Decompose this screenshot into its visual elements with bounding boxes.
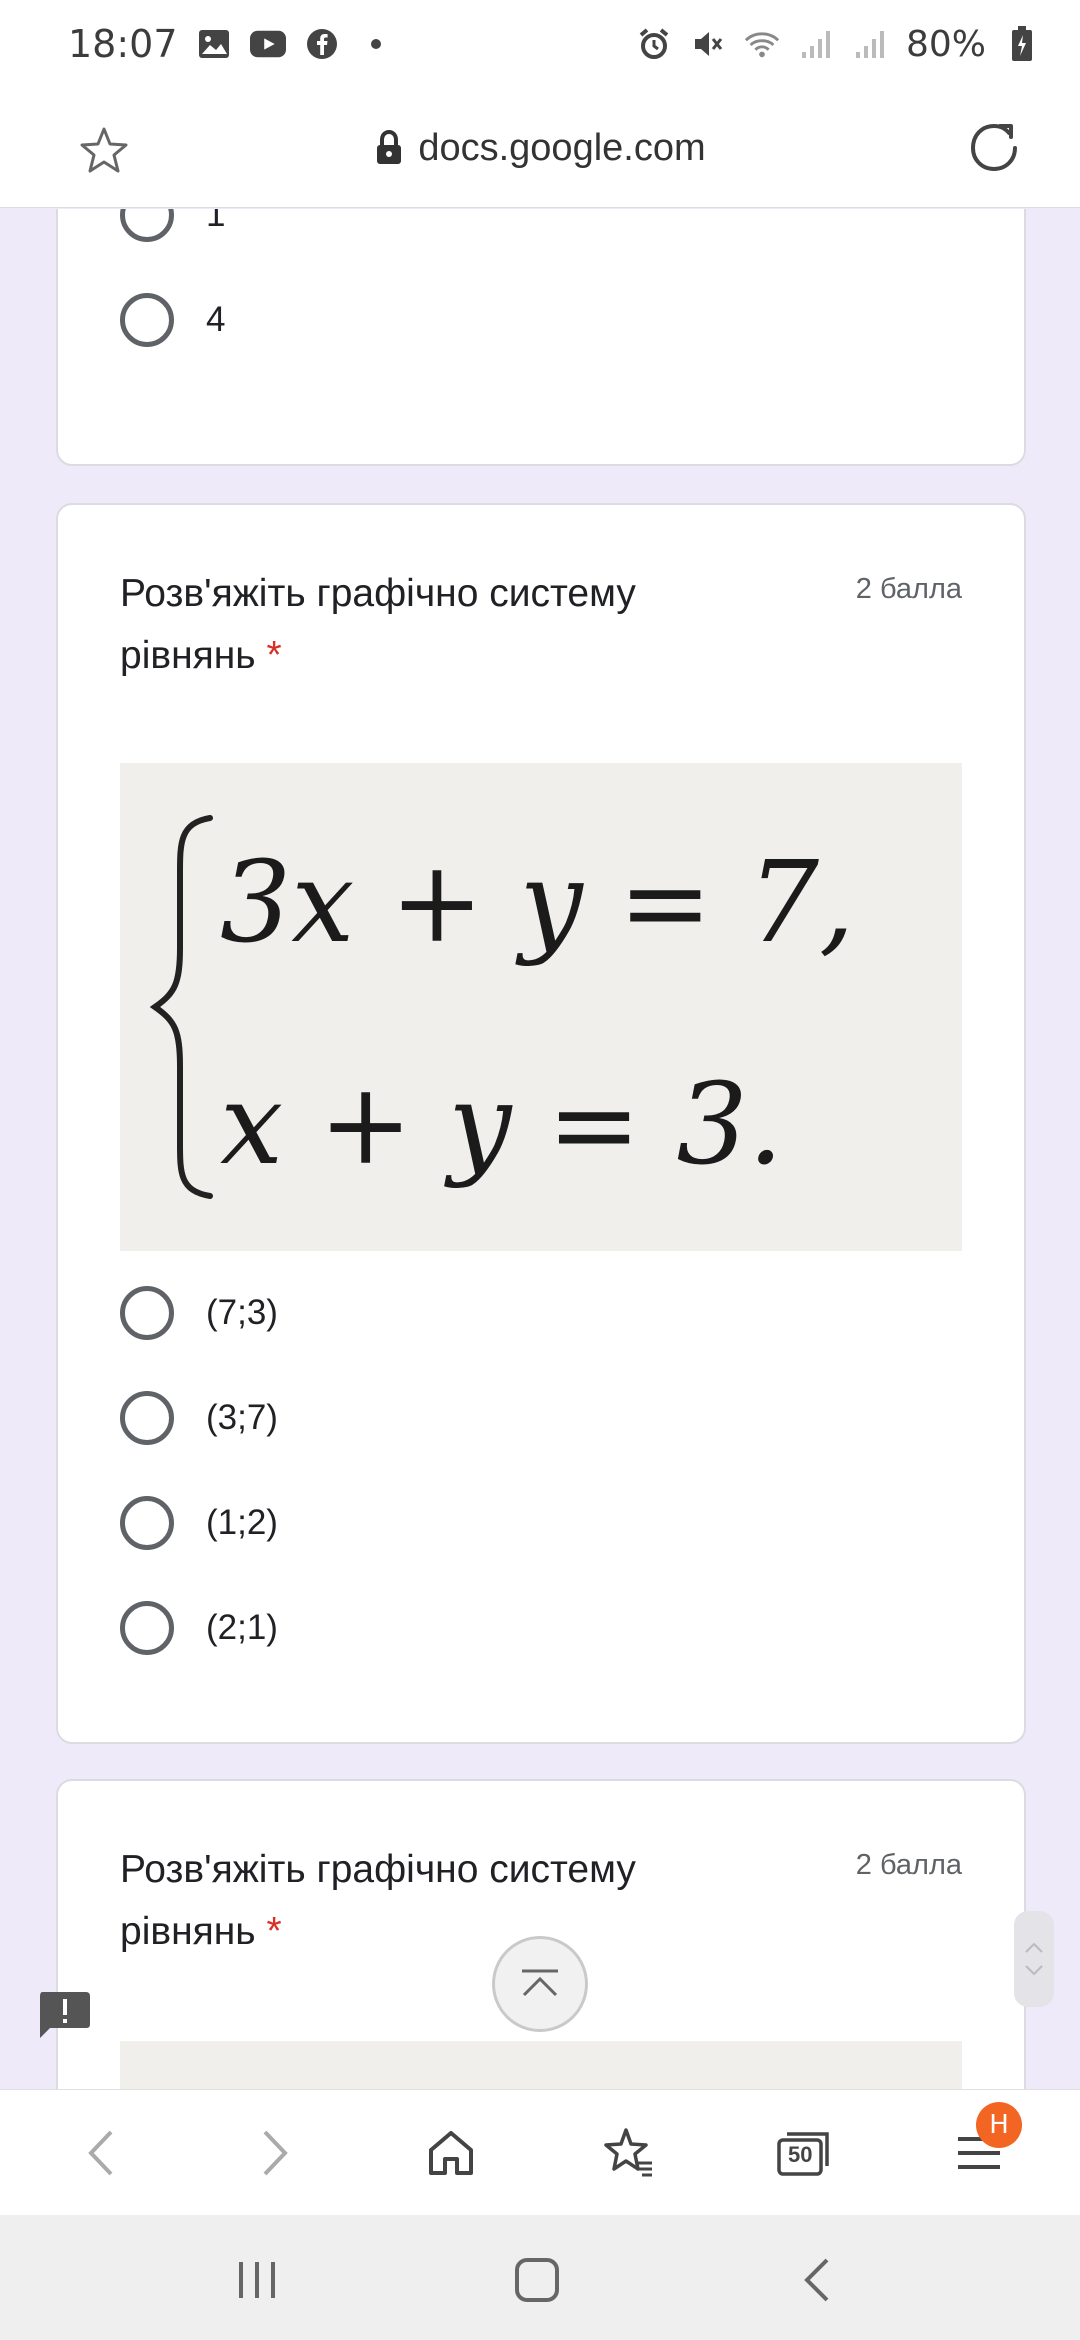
required-mark: * [266, 1910, 282, 1953]
tabs-count: 50 [788, 2142, 813, 2167]
system-back-icon [804, 2258, 829, 2302]
radio-option[interactable]: (2;1) [120, 1598, 278, 1658]
tabs-button[interactable]: 50 [768, 2118, 838, 2188]
option-label: 1 [206, 209, 226, 234]
option-label: (3;7) [206, 1398, 278, 1437]
reload-icon [970, 123, 1017, 172]
question-points: 2 балла [855, 573, 962, 605]
star-icon [80, 127, 128, 173]
question-card: Розв'яжіть графічно систему рівнянь * 2 … [56, 503, 1026, 1744]
browser-bottom-bar: 50 [0, 2089, 1080, 2215]
browser-toolbar: docs.google.com [0, 88, 1080, 208]
radio-button[interactable] [120, 1286, 174, 1340]
equation-image: 3x + y = 7, x + y = 3. [120, 763, 962, 1251]
option-label: (2;1) [206, 1608, 278, 1647]
bookmark-star-button[interactable] [78, 124, 130, 176]
radio-button[interactable] [120, 1496, 174, 1550]
question-text: Розв'яжіть графічно систему рівнянь [120, 572, 636, 677]
signal-icon [852, 26, 888, 62]
dot-icon [358, 26, 394, 62]
radio-button[interactable] [120, 1601, 174, 1655]
radio-option[interactable]: (1;2) [120, 1493, 278, 1553]
radio-option[interactable]: 4 [120, 290, 225, 350]
form-content[interactable]: 1 4 Розв'яжіть графічно систему рівнянь … [0, 209, 1080, 2089]
system-nav-bar [0, 2215, 1080, 2340]
fast-scroll-handle[interactable] [1014, 1911, 1054, 2007]
brace-shape [149, 815, 213, 1199]
chevron-left-icon [88, 2130, 113, 2176]
chevron-right-icon [263, 2130, 288, 2176]
equation-image [120, 2041, 962, 2089]
home-icon [429, 2131, 473, 2175]
menu-notification-badge: Н [976, 2102, 1022, 2148]
chevron-down-icon [1025, 1965, 1043, 1976]
option-label: (1;2) [206, 1503, 278, 1542]
lock-icon [377, 130, 402, 164]
url-text: docs.google.com [418, 126, 706, 169]
status-bar: 18:07 80% [0, 0, 1080, 88]
system-back-button[interactable] [782, 2245, 852, 2315]
address-bar[interactable]: docs.google.com [0, 88, 1080, 208]
option-label: 4 [206, 300, 226, 339]
battery-icon [1004, 26, 1040, 62]
system-home-button[interactable] [502, 2245, 572, 2315]
alarm-icon [636, 26, 672, 62]
scroll-to-top-button[interactable] [492, 1936, 588, 2032]
signal-icon [798, 26, 834, 62]
status-left: 18:07 [68, 22, 394, 66]
status-right: 80% [636, 24, 1040, 65]
question-card: 1 4 [56, 209, 1026, 466]
report-problem-button[interactable] [36, 1990, 92, 2040]
chevron-up-icon [1025, 1942, 1043, 1953]
reload-button[interactable] [964, 118, 1024, 178]
equation-line-1: 3x + y = 7, [220, 838, 855, 968]
recent-apps-button[interactable] [222, 2245, 292, 2315]
facebook-icon [304, 26, 340, 62]
required-mark: * [266, 634, 282, 677]
recents-icon [239, 2262, 275, 2298]
question-text: Розв'яжіть графічно систему рівнянь [120, 1848, 636, 1953]
image-icon [196, 26, 232, 62]
question-card: Розв'яжіть графічно систему рівнянь * 2 … [56, 1779, 1026, 2089]
status-time: 18:07 [68, 22, 178, 66]
question-title: Розв'яжіть графічно систему рівнянь * [120, 563, 720, 687]
battery-percent: 80% [905, 23, 986, 65]
youtube-icon [249, 26, 286, 62]
report-icon [40, 1992, 90, 2038]
forward-button[interactable] [240, 2118, 310, 2188]
question-points: 2 балла [855, 1849, 962, 1881]
radio-option[interactable]: (3;7) [120, 1388, 278, 1448]
radio-button[interactable] [120, 293, 174, 347]
radio-button[interactable] [120, 209, 174, 242]
radio-button[interactable] [120, 1391, 174, 1445]
equation-line-2: x + y = 3. [220, 1060, 783, 1190]
option-label: (7;3) [206, 1293, 278, 1332]
radio-option[interactable]: (7;3) [120, 1283, 278, 1343]
home-button[interactable] [416, 2118, 486, 2188]
bookmarks-icon [604, 2128, 652, 2177]
wifi-icon [744, 26, 780, 62]
system-home-icon [515, 2258, 559, 2302]
mute-icon [690, 26, 726, 62]
scroll-top-icon [522, 1969, 558, 1997]
back-button[interactable] [66, 2118, 136, 2188]
question-title: Розв'яжіть графічно систему рівнянь * [120, 1839, 720, 1963]
radio-option[interactable]: 1 [120, 209, 225, 245]
bookmarks-button[interactable] [594, 2118, 664, 2188]
